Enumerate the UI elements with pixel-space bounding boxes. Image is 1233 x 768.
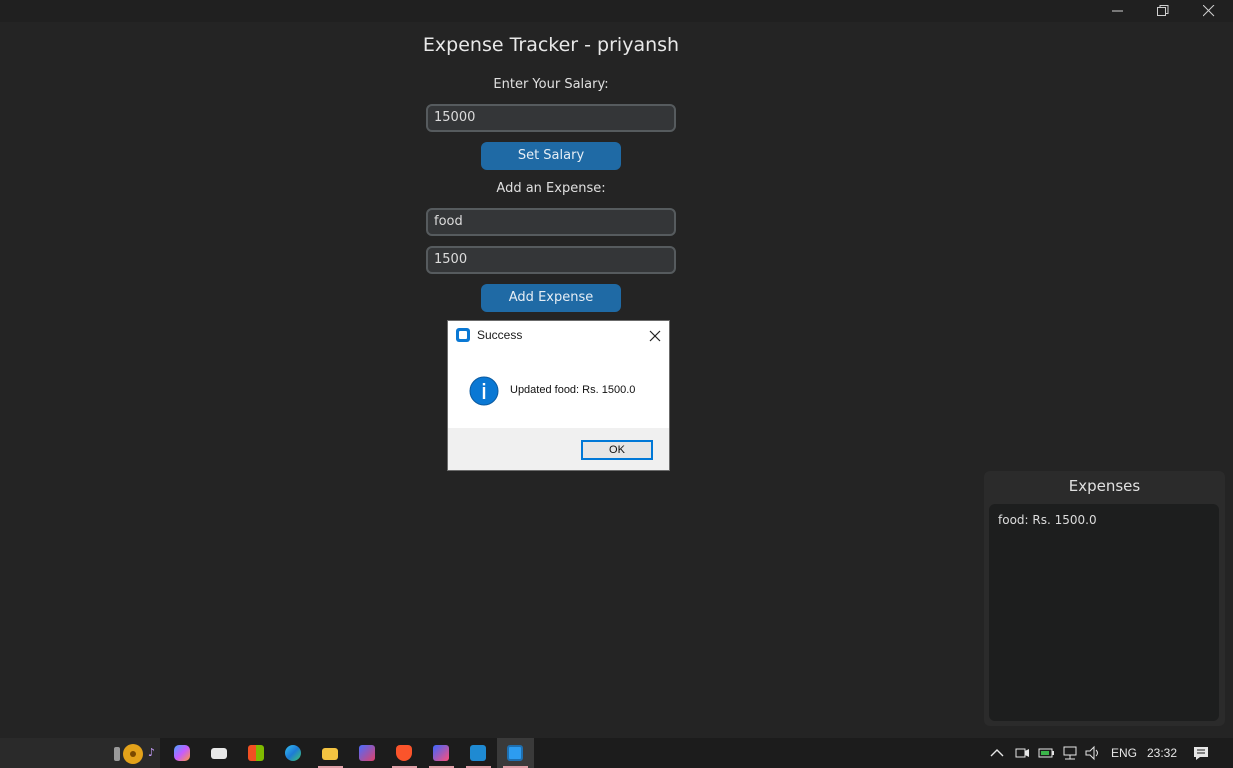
folder-icon: [322, 748, 338, 760]
minimize-icon: [1112, 10, 1123, 12]
expense-amount-value: 1500: [434, 252, 468, 267]
success-dialog: Success Updated food: Rs. 1500.0 OK: [447, 320, 670, 471]
dialog-title: Success: [477, 328, 523, 342]
expenses-title: Expenses: [1068, 477, 1141, 495]
volume-icon[interactable]: [1084, 745, 1102, 761]
taskbar-file-explorer[interactable]: [312, 738, 349, 768]
restore-button[interactable]: [1140, 0, 1186, 22]
add-expense-button[interactable]: Add Expense: [481, 284, 621, 312]
expenses-panel: Expenses food: Rs. 1500.0: [984, 471, 1225, 726]
taskbar-brave[interactable]: [386, 738, 423, 768]
taskbar: ♪ ENG 23:32: [0, 738, 1233, 768]
app-b-icon: [433, 745, 449, 761]
window-titlebar: [0, 0, 1233, 22]
notification-icon[interactable]: [1192, 745, 1210, 761]
expense-name-input[interactable]: food: [426, 208, 676, 236]
battery-icon[interactable]: [1038, 746, 1056, 760]
list-item: food: Rs. 1500.0: [998, 513, 1097, 527]
salary-input[interactable]: 15000: [426, 104, 676, 132]
language-indicator[interactable]: ENG: [1111, 738, 1137, 768]
dialog-message: Updated food: Rs. 1500.0: [510, 384, 636, 396]
brave-icon: [396, 745, 412, 761]
taskbar-edge[interactable]: [275, 738, 312, 768]
salary-input-value: 15000: [434, 110, 476, 125]
dialog-close-button[interactable]: [644, 325, 666, 347]
taskbar-store[interactable]: [238, 738, 275, 768]
media-player-icon: ♪: [114, 744, 155, 764]
minimize-button[interactable]: [1095, 0, 1141, 22]
set-salary-button[interactable]: Set Salary: [481, 142, 621, 170]
taskbar-search[interactable]: ♪: [0, 738, 160, 768]
close-icon: [1203, 5, 1215, 17]
app-title: Expense Tracker - priyansh: [422, 34, 680, 56]
clock[interactable]: 23:32: [1147, 738, 1177, 768]
close-icon: [649, 330, 661, 342]
expenses-list[interactable]: food: Rs. 1500.0: [989, 504, 1219, 721]
camera-icon[interactable]: [1014, 745, 1030, 761]
taskbar-app-b[interactable]: [423, 738, 460, 768]
info-icon: [469, 376, 499, 406]
vscode-icon: [470, 745, 486, 761]
taskbar-vscode[interactable]: [460, 738, 497, 768]
chevron-up-icon[interactable]: [990, 747, 1004, 759]
expense-amount-input[interactable]: 1500: [426, 246, 676, 274]
taskbar-copilot[interactable]: [164, 738, 201, 768]
restore-icon: [1157, 5, 1169, 16]
app-a-icon: [359, 745, 375, 761]
mail-icon: [211, 748, 227, 759]
edge-icon: [285, 745, 301, 761]
python-app-icon: [507, 745, 523, 761]
app-icon: [456, 328, 470, 342]
close-button[interactable]: [1186, 0, 1232, 22]
expense-name-value: food: [434, 214, 463, 229]
store-icon: [248, 745, 264, 761]
copilot-icon: [174, 745, 190, 761]
salary-label: Enter Your Salary:: [493, 77, 609, 92]
taskbar-mail[interactable]: [201, 738, 238, 768]
network-icon[interactable]: [1061, 745, 1079, 761]
taskbar-expense-tracker[interactable]: [497, 738, 534, 768]
expense-label: Add an Expense:: [496, 181, 606, 196]
ok-button[interactable]: OK: [581, 440, 653, 460]
svg-text:♪: ♪: [148, 746, 155, 759]
dialog-footer: OK: [448, 428, 669, 470]
taskbar-app-a[interactable]: [349, 738, 386, 768]
